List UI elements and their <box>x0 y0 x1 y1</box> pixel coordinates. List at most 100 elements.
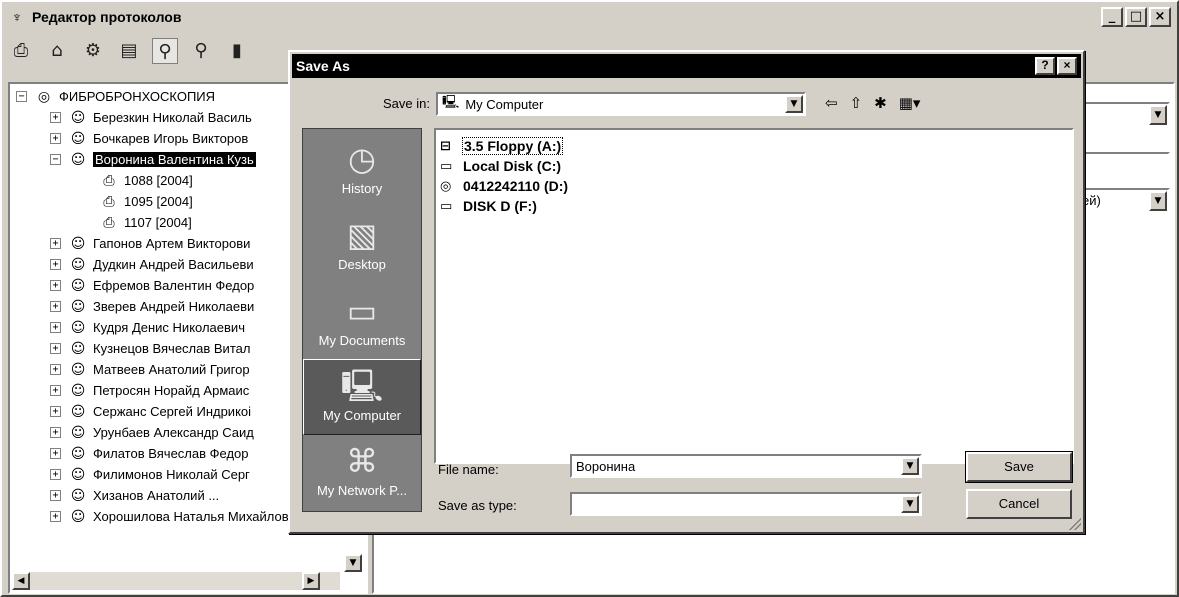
tree-item[interactable]: + ☺ Кудря Денис Николаевич <box>50 317 245 338</box>
horizontal-scrollbar[interactable]: ◀ ▶ <box>12 572 340 590</box>
chevron-down-icon[interactable]: ▼ <box>1149 191 1167 211</box>
tree-item[interactable]: + ☺ Хорошилова Наталья Михайловн <box>50 506 296 527</box>
tree-item[interactable]: ⎙ 1095 [2004] <box>100 191 192 212</box>
chevron-down-icon[interactable]: ▼ <box>901 495 919 513</box>
expand-icon[interactable]: + <box>50 343 61 354</box>
binoculars-icon[interactable]: ⚲ <box>188 38 214 64</box>
list-item[interactable]: ▭ DISK D (F:) <box>440 196 537 216</box>
tree-item[interactable]: + ☺ Зверев Андрей Николаеви <box>50 296 254 317</box>
protocol-printer-icon: ⎙ <box>103 214 115 231</box>
tree-item-label: Урунбаев Александр Саид <box>93 425 254 440</box>
close-button[interactable]: × <box>1149 7 1171 27</box>
person-icon: ☺ <box>70 508 86 525</box>
right-combo-2[interactable]: ей) ▼ <box>1074 188 1170 214</box>
save-in-combo[interactable]: 🖳 My Computer ▼ <box>436 92 806 116</box>
tree-item[interactable]: + ☺ Бочкарев Игорь Викторов <box>50 128 248 149</box>
exit-door-icon[interactable]: ▮ <box>224 38 250 64</box>
place-history-label: History <box>341 181 383 196</box>
tree-item[interactable]: + ☺ Матвеев Анатолий Григор <box>50 359 250 380</box>
tree-item[interactable]: + ☺ Филатов Вячеслав Федор <box>50 443 249 464</box>
tree-item-label: Гапонов Артем Викторови <box>93 236 251 251</box>
tree-item[interactable]: + ☺ Петросян Норайд Армаис <box>50 380 249 401</box>
new-folder-icon[interactable]: ✱ <box>874 94 887 112</box>
person-icon: ☺ <box>70 235 86 252</box>
tree-item[interactable]: + ☺ Хизанов Анатолий ... <box>50 485 219 506</box>
expand-icon[interactable]: + <box>50 301 61 312</box>
collapse-icon[interactable]: − <box>16 91 27 102</box>
print-icon[interactable]: ⎙ <box>8 38 34 64</box>
tree-item[interactable]: ⎙ 1088 [2004] <box>100 170 192 191</box>
expand-icon[interactable]: + <box>50 238 61 249</box>
cancel-button[interactable]: Cancel <box>966 489 1072 519</box>
person-icon: ☺ <box>70 151 86 168</box>
expand-icon[interactable]: + <box>50 469 61 480</box>
expand-icon[interactable]: + <box>50 112 61 123</box>
tree-item[interactable]: − ◎ ФИБРОБРОНХОСКОПИЯ <box>16 86 215 107</box>
place-history[interactable]: ◷ History <box>303 133 421 209</box>
expand-icon[interactable]: + <box>50 280 61 291</box>
tree-item[interactable]: + ☺ Дудкин Андрей Васильеви <box>50 254 254 275</box>
tree-item-label: Хизанов Анатолий ... <box>93 488 220 503</box>
expand-icon[interactable]: + <box>50 385 61 396</box>
save-as-dialog: Save As ? × Save in: 🖳 My Computer ▼ ⇦ ⇧… <box>288 50 1085 534</box>
place-my-documents[interactable]: ▭ My Documents <box>303 285 421 361</box>
computer-icon: 🖳 <box>442 95 460 110</box>
list-item[interactable]: ◎ 0412242110 (D:) <box>440 176 568 196</box>
tree-item[interactable]: − ☺ Воронина Валентина Кузь <box>50 149 256 170</box>
app-icon: ♆ <box>11 9 23 25</box>
place-my-computer[interactable]: 🖳 My Computer <box>303 359 421 435</box>
resize-grip[interactable] <box>1069 518 1081 530</box>
maximize-button[interactable]: □ <box>1125 7 1147 27</box>
expand-icon[interactable]: + <box>50 259 61 270</box>
chevron-down-icon[interactable]: ▼ <box>901 457 919 475</box>
chevron-down-icon[interactable]: ▼ <box>1149 105 1167 125</box>
list-item[interactable]: ⊟ 3.5 Floppy (A:) <box>440 136 564 156</box>
list-item[interactable]: ▭ Local Disk (C:) <box>440 156 561 176</box>
save-as-type-select[interactable]: ▼ <box>570 492 922 516</box>
list-item-label: 0412242110 (D:) <box>463 178 569 194</box>
back-arrow-icon[interactable]: ⇦ <box>825 94 838 112</box>
expand-icon[interactable]: + <box>50 448 61 459</box>
tag-icon[interactable]: ⌂ <box>44 38 70 64</box>
save-as-type-label: Save as type: <box>438 498 517 513</box>
place-desktop[interactable]: ▧ Desktop <box>303 209 421 285</box>
right-combo-1[interactable]: ▼ <box>1074 102 1170 128</box>
scroll-right-arrow-icon[interactable]: ▶ <box>302 572 320 590</box>
file-list[interactable]: ⊟ 3.5 Floppy (A:) ▭ Local Disk (C:) ◎ 04… <box>434 128 1074 464</box>
minimize-button[interactable]: _ <box>1101 7 1123 27</box>
document-icon[interactable]: ▤ <box>116 38 142 64</box>
gears-icon[interactable]: ⚙ <box>80 38 106 64</box>
toolbar: ⎙ ⌂ ⚙ ▤ ⚲ ⚲ ▮ <box>8 35 250 67</box>
navigation-buttons: ⇦ ⇧ ✱ ▦▾ <box>825 94 920 112</box>
save-button[interactable]: Save <box>965 451 1073 483</box>
scroll-left-arrow-icon[interactable]: ◀ <box>12 572 30 590</box>
tree-item-label: 1107 [2004] <box>124 215 192 230</box>
expand-icon[interactable]: + <box>50 406 61 417</box>
expand-icon[interactable]: + <box>50 322 61 333</box>
tree-item[interactable]: + ☺ Гапонов Артем Викторови <box>50 233 250 254</box>
expand-icon[interactable]: + <box>50 427 61 438</box>
help-button[interactable]: ? <box>1035 57 1055 75</box>
tree-item[interactable]: + ☺ Сержанс Сергей Индрикоі <box>50 401 251 422</box>
chevron-down-icon[interactable]: ▼ <box>785 95 803 113</box>
right-text-field[interactable] <box>1074 152 1170 178</box>
tree-item[interactable]: + ☺ Ефремов Валентин Федор <box>50 275 254 296</box>
tree-item[interactable]: + ☺ Филимонов Николай Серг <box>50 464 250 485</box>
scroll-down-arrow-icon[interactable]: ▼ <box>344 554 362 572</box>
binoculars-icon[interactable]: ⚲ <box>152 38 178 64</box>
tree-item[interactable]: ⎙ 1107 [2004] <box>100 212 192 233</box>
expand-icon[interactable]: + <box>50 133 61 144</box>
expand-icon[interactable]: + <box>50 364 61 375</box>
tree-item[interactable]: + ☺ Кузнецов Вячеслав Витал <box>50 338 250 359</box>
file-name-input[interactable]: Воронина ▼ <box>570 454 922 478</box>
place-my-network[interactable]: ⌘ My Network P... <box>303 435 421 511</box>
up-folder-icon[interactable]: ⇧ <box>850 94 863 112</box>
expand-icon[interactable]: + <box>50 490 61 501</box>
dialog-close-button[interactable]: × <box>1057 57 1077 75</box>
tree-item[interactable]: + ☺ Урунбаев Александр Саид <box>50 422 254 443</box>
tree-item[interactable]: + ☺ Березкин Николай Василь <box>50 107 252 128</box>
collapse-icon[interactable]: − <box>50 154 61 165</box>
expand-icon[interactable]: + <box>50 511 61 522</box>
hard-disk-icon: ▭ <box>440 158 453 174</box>
view-menu-icon[interactable]: ▦▾ <box>899 94 921 112</box>
